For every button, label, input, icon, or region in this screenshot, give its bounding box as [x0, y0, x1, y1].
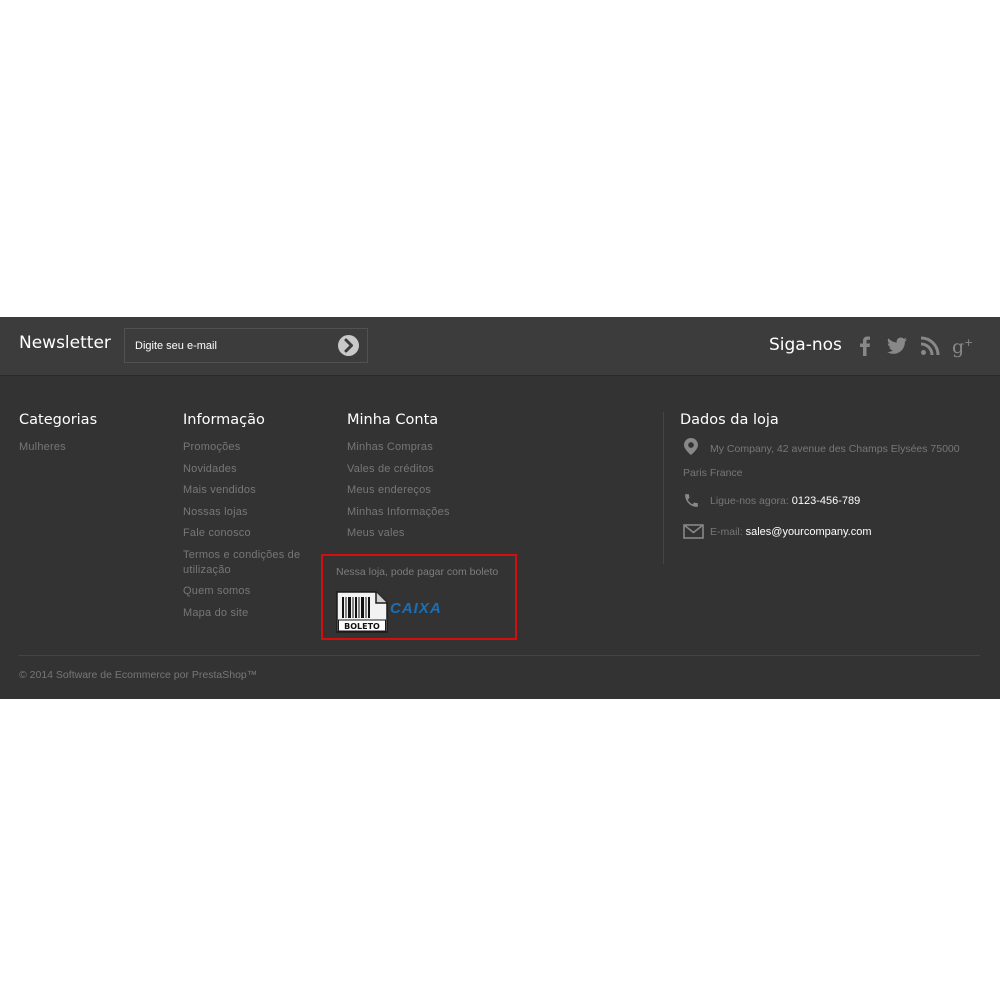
store-info-column: Dados da loja My Company, 42 avenue des … [680, 412, 980, 541]
list-item: Mapa do site [183, 606, 318, 621]
store-phone: Ligue-nos agora: 0123-456-789 [680, 492, 980, 510]
newsletter-bar: Newsletter Siga-nos [0, 317, 1000, 376]
list-item: Vales de créditos [347, 462, 497, 477]
twitter-icon [887, 337, 907, 354]
rss-link[interactable] [918, 334, 942, 358]
categories-list: Mulheres [19, 440, 169, 455]
about-us-link[interactable]: Quem somos [183, 585, 250, 597]
store-info-title: Dados da loja [680, 412, 779, 428]
new-products-link[interactable]: Novidades [183, 463, 237, 475]
list-item: Minhas Compras [347, 440, 497, 455]
boleto-logo: BOLETO [336, 591, 388, 638]
my-orders-link[interactable]: Minhas Compras [347, 441, 433, 453]
terms-link[interactable]: Termos e condições de utilização [183, 549, 300, 576]
list-item: Meus vales [347, 526, 497, 541]
information-column: Informação Promoções Novidades Mais vend… [183, 412, 318, 627]
list-item: Novidades [183, 462, 318, 477]
category-link[interactable]: Mulheres [19, 441, 66, 453]
store-email-link[interactable]: sales@yourcompany.com [746, 526, 872, 538]
my-info-link[interactable]: Minhas Informações [347, 506, 450, 518]
store-address: My Company, 42 avenue des Champs Elysées… [680, 437, 973, 485]
list-item: Meus endereços [347, 483, 497, 498]
sitemap-link[interactable]: Mapa do site [183, 607, 248, 619]
account-title: Minha Conta [347, 412, 439, 428]
google-plus-icon: g + [952, 336, 973, 358]
svg-text:+: + [964, 336, 973, 349]
credit-slips-link[interactable]: Vales de créditos [347, 463, 434, 475]
contact-us-link[interactable]: Fale conosco [183, 527, 251, 539]
phone-label: Ligue-nos agora: [710, 495, 789, 507]
list-item: Termos e condições de utilização [183, 548, 318, 578]
information-title: Informação [183, 412, 265, 428]
list-item: Mulheres [19, 440, 169, 455]
map-marker-icon [684, 438, 698, 455]
boleto-payment-block: Nessa loja, pode pagar com boleto BOLETO… [321, 554, 517, 640]
list-item: Fale conosco [183, 526, 318, 541]
my-addresses-link[interactable]: Meus endereços [347, 484, 431, 496]
list-item: Nossas lojas [183, 505, 318, 520]
site-footer: Newsletter Siga-nos [0, 317, 1000, 699]
account-list: Minhas Compras Vales de créditos Meus en… [347, 440, 497, 541]
best-sellers-link[interactable]: Mais vendidos [183, 484, 256, 496]
phone-icon [685, 494, 698, 507]
chevron-right-icon [344, 338, 353, 353]
store-address-text: My Company, 42 avenue des Champs Elysées… [683, 443, 960, 479]
column-divider [663, 412, 664, 564]
boleto-logo-label: BOLETO [344, 622, 380, 631]
svg-text:g: g [952, 336, 964, 358]
facebook-link[interactable] [853, 334, 877, 358]
newsletter-email-input[interactable] [125, 329, 330, 362]
boleto-message: Nessa loja, pode pagar com boleto [336, 566, 499, 578]
our-stores-link[interactable]: Nossas lojas [183, 506, 248, 518]
store-email: E-mail: sales@yourcompany.com [680, 523, 980, 541]
list-item: Quem somos [183, 584, 318, 599]
promotions-link[interactable]: Promoções [183, 441, 240, 453]
footer-bottom-divider [19, 655, 980, 656]
list-item: Minhas Informações [347, 505, 497, 520]
account-column: Minha Conta Minhas Compras Vales de créd… [347, 412, 497, 548]
newsletter-submit-button[interactable] [338, 335, 359, 356]
categories-title: Categorias [19, 412, 98, 428]
rss-icon [920, 336, 940, 356]
list-item: Promoções [183, 440, 318, 455]
follow-us-title: Siga-nos [769, 335, 842, 355]
facebook-icon [860, 336, 870, 356]
caixa-logo: CAIXA [390, 600, 442, 617]
email-label: E-mail: [710, 526, 743, 538]
copyright-text: © 2014 Software de Ecommerce por PrestaS… [19, 669, 258, 681]
google-plus-link[interactable]: g + [951, 334, 975, 358]
my-vouchers-link[interactable]: Meus vales [347, 527, 405, 539]
newsletter-form [124, 328, 368, 363]
envelope-icon [683, 524, 704, 539]
newsletter-title: Newsletter [19, 333, 111, 353]
categories-column: Categorias Mulheres [19, 412, 169, 462]
twitter-link[interactable] [885, 334, 909, 358]
information-list: Promoções Novidades Mais vendidos Nossas… [183, 440, 318, 621]
list-item: Mais vendidos [183, 483, 318, 498]
phone-number: 0123-456-789 [791, 495, 861, 507]
